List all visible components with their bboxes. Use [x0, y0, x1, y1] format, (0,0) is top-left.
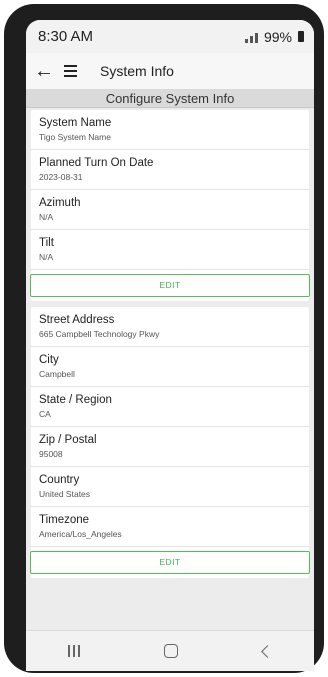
field-azimuth: Azimuth N/A: [31, 190, 309, 230]
system-info-card: System Name Tigo System Name Planned Tur…: [30, 110, 310, 301]
recent-apps-icon[interactable]: [68, 645, 81, 657]
phone-frame: 8:30 AM 99% ← System Info Configure Syst…: [4, 4, 324, 673]
hamburger-menu-icon[interactable]: [64, 62, 88, 80]
field-label: Zip / Postal: [39, 434, 97, 446]
field-state-region: State / Region CA: [31, 387, 309, 427]
status-bar: 8:30 AM 99%: [26, 20, 314, 53]
status-time: 8:30 AM: [38, 28, 94, 45]
field-value: N/A: [39, 212, 54, 222]
section-header: Configure System Info: [26, 90, 314, 108]
battery-icon: [298, 31, 304, 42]
field-planned-turn-on-date: Planned Turn On Date 2023-08-31: [31, 150, 309, 190]
field-value: Tigo System Name: [39, 132, 111, 142]
field-country: Country United States: [31, 467, 309, 507]
app-bar: ← System Info: [26, 53, 314, 90]
field-city: City Campbell: [31, 347, 309, 387]
arrow-left-icon[interactable]: ←: [34, 60, 56, 83]
field-label: Street Address: [39, 314, 115, 326]
field-label: Country: [39, 474, 80, 486]
field-label: Tilt: [39, 237, 54, 249]
field-value: 665 Campbell Technology Pkwy: [39, 329, 160, 339]
field-value: N/A: [39, 252, 54, 262]
home-icon[interactable]: [164, 644, 179, 658]
field-street-address: Street Address 665 Campbell Technology P…: [31, 307, 309, 347]
edit-wrap: EDIT: [30, 270, 310, 301]
field-label: Planned Turn On Date: [39, 157, 154, 169]
battery-percent: 99%: [263, 28, 292, 45]
field-system-name: System Name Tigo System Name: [31, 110, 309, 150]
page-title: System Info: [100, 63, 174, 79]
address-card: Street Address 665 Campbell Technology P…: [30, 307, 310, 578]
field-zip-postal: Zip / Postal 95008: [31, 427, 309, 467]
system-nav-bar: [26, 630, 314, 671]
back-chevron-icon[interactable]: [260, 644, 274, 658]
screen: 8:30 AM 99% ← System Info Configure Syst…: [26, 20, 314, 671]
field-value: America/Los_Angeles: [39, 529, 122, 539]
field-value: 95008: [39, 449, 63, 459]
field-value: United States: [39, 489, 91, 499]
status-icons: 99%: [244, 28, 304, 45]
edit-system-info-button[interactable]: EDIT: [30, 274, 310, 297]
edit-address-button[interactable]: EDIT: [30, 551, 310, 574]
field-value: CA: [39, 409, 51, 419]
field-timezone: Timezone America/Los_Angeles: [31, 507, 309, 547]
signal-icon: [244, 31, 258, 43]
field-label: State / Region: [39, 394, 112, 406]
field-label: City: [39, 354, 59, 366]
field-label: Timezone: [39, 514, 90, 526]
edit-wrap: EDIT: [30, 547, 310, 578]
field-value: 2023-08-31: [39, 172, 83, 182]
field-tilt: Tilt N/A: [31, 230, 309, 270]
field-label: Azimuth: [39, 197, 81, 209]
field-label: System Name: [39, 117, 112, 129]
field-value: Campbell: [39, 369, 75, 379]
